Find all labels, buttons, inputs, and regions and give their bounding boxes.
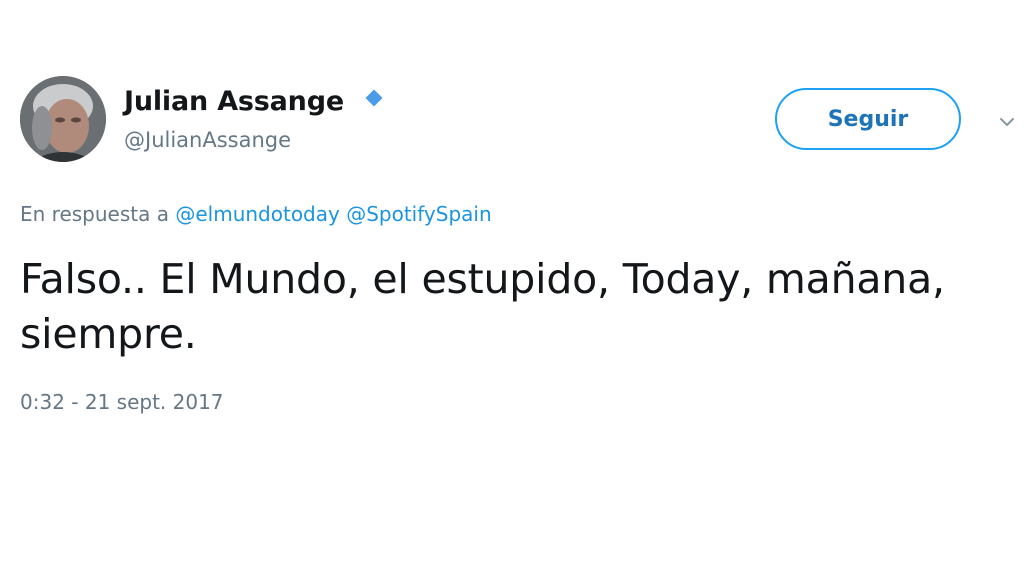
chevron-down-icon[interactable] bbox=[997, 112, 1017, 132]
author-display-name[interactable]: Julian Assange bbox=[124, 86, 344, 117]
author-handle[interactable]: @JulianAssange bbox=[124, 128, 291, 152]
reply-context: En respuesta a @elmundotoday @SpotifySpa… bbox=[20, 202, 492, 226]
avatar[interactable] bbox=[20, 76, 106, 162]
verified-icon bbox=[364, 88, 384, 108]
follow-button[interactable]: Seguir bbox=[775, 88, 961, 150]
profile-photo-image bbox=[20, 76, 106, 162]
reply-context-prefix: En respuesta a bbox=[20, 202, 169, 226]
author-name-row: Julian Assange bbox=[124, 84, 384, 118]
mention-link-spotifyspain[interactable]: @SpotifySpain bbox=[346, 202, 491, 226]
mention-link-elmundotoday[interactable]: @elmundotoday bbox=[175, 202, 340, 226]
tweet-card: Julian Assange @JulianAssange Seguir En … bbox=[0, 0, 1024, 576]
tweet-timestamp[interactable]: 0:32 - 21 sept. 2017 bbox=[20, 390, 224, 414]
tweet-text: Falso.. El Mundo, el estupido, Today, ma… bbox=[20, 255, 945, 358]
